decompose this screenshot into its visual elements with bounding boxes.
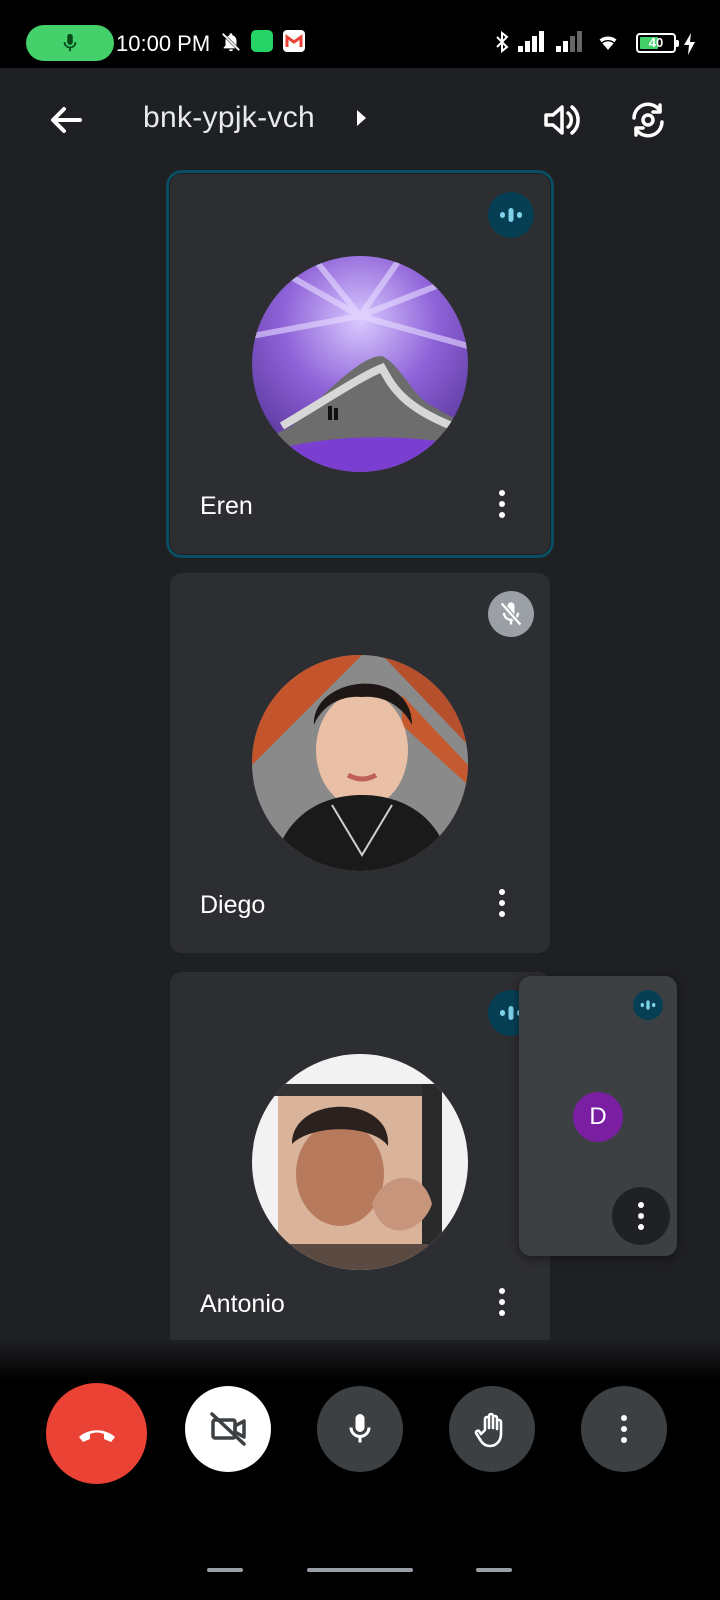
- more-vert-icon: [621, 1415, 627, 1443]
- more-options-button[interactable]: [581, 1386, 667, 1472]
- camera-toggle-button[interactable]: [185, 1386, 271, 1472]
- battery-level: 40: [648, 35, 664, 50]
- raise-hand-button[interactable]: [449, 1386, 535, 1472]
- meeting-code[interactable]: bnk-ypjk-vch: [143, 101, 315, 135]
- more-vert-icon: [499, 889, 505, 917]
- self-view-tile[interactable]: D: [519, 976, 677, 1256]
- muted-indicator: [488, 591, 534, 637]
- charging-icon: [684, 33, 695, 55]
- call-header: bnk-ypjk-vch: [0, 68, 720, 168]
- raise-hand-icon: [474, 1412, 503, 1448]
- gmail-icon: [283, 30, 305, 52]
- participant-name: Antonio: [200, 1290, 285, 1318]
- avatar: [252, 1054, 468, 1270]
- speaking-indicator: [488, 192, 534, 238]
- status-bar: 10:00 PM 40: [0, 0, 720, 68]
- call-end-icon: [78, 1429, 115, 1442]
- status-time: 10:00 PM: [116, 31, 211, 56]
- avatar: [252, 655, 468, 871]
- more-vert-icon: [638, 1202, 644, 1230]
- participant-name: Diego: [200, 891, 266, 919]
- signal-icon: [556, 31, 582, 52]
- speaking-indicator: [633, 990, 663, 1020]
- end-call-button[interactable]: [46, 1383, 147, 1484]
- battery-icon: 40: [636, 33, 679, 53]
- audio-level-icon: [500, 208, 522, 222]
- avatar: [252, 256, 468, 472]
- mic-icon: [349, 1414, 371, 1443]
- participant-menu-button[interactable]: [482, 484, 522, 524]
- mic-off-icon: [499, 601, 523, 627]
- signal-icon: [518, 31, 544, 52]
- bluetooth-icon: [496, 30, 509, 54]
- nav-back-button[interactable]: [476, 1568, 512, 1572]
- nav-recents-button[interactable]: [207, 1568, 243, 1572]
- speaker-icon: [544, 105, 580, 135]
- participant-name: Eren: [200, 492, 253, 520]
- mic-icon: [63, 33, 77, 52]
- switch-camera-button[interactable]: [624, 96, 672, 144]
- audio-output-button[interactable]: [538, 96, 586, 144]
- mic-in-use-indicator[interactable]: [26, 25, 114, 61]
- more-vert-icon: [499, 1288, 505, 1316]
- videocam-off-icon: [210, 1412, 246, 1446]
- mute-bell-icon: [221, 32, 241, 52]
- participant-tile-diego[interactable]: Diego: [170, 573, 550, 953]
- self-view-menu-button[interactable]: [612, 1187, 670, 1245]
- system-nav-bar: [0, 1556, 720, 1600]
- back-arrow-icon: [51, 107, 82, 133]
- back-button[interactable]: [42, 96, 90, 144]
- participant-tile-antonio[interactable]: Antonio: [170, 972, 550, 1352]
- caret-right-icon[interactable]: [355, 108, 369, 128]
- nav-home-button[interactable]: [307, 1568, 413, 1572]
- wifi-icon: [599, 36, 617, 50]
- participant-menu-button[interactable]: [482, 1282, 522, 1322]
- microphone-button[interactable]: [317, 1386, 403, 1472]
- more-vert-icon: [499, 490, 505, 518]
- participant-tile-eren[interactable]: Eren: [166, 170, 554, 558]
- participant-menu-button[interactable]: [482, 883, 522, 923]
- audio-level-icon: [640, 1000, 656, 1010]
- switch-camera-icon: [632, 102, 664, 138]
- whatsapp-icon: [251, 30, 273, 52]
- self-avatar: D: [573, 1092, 623, 1142]
